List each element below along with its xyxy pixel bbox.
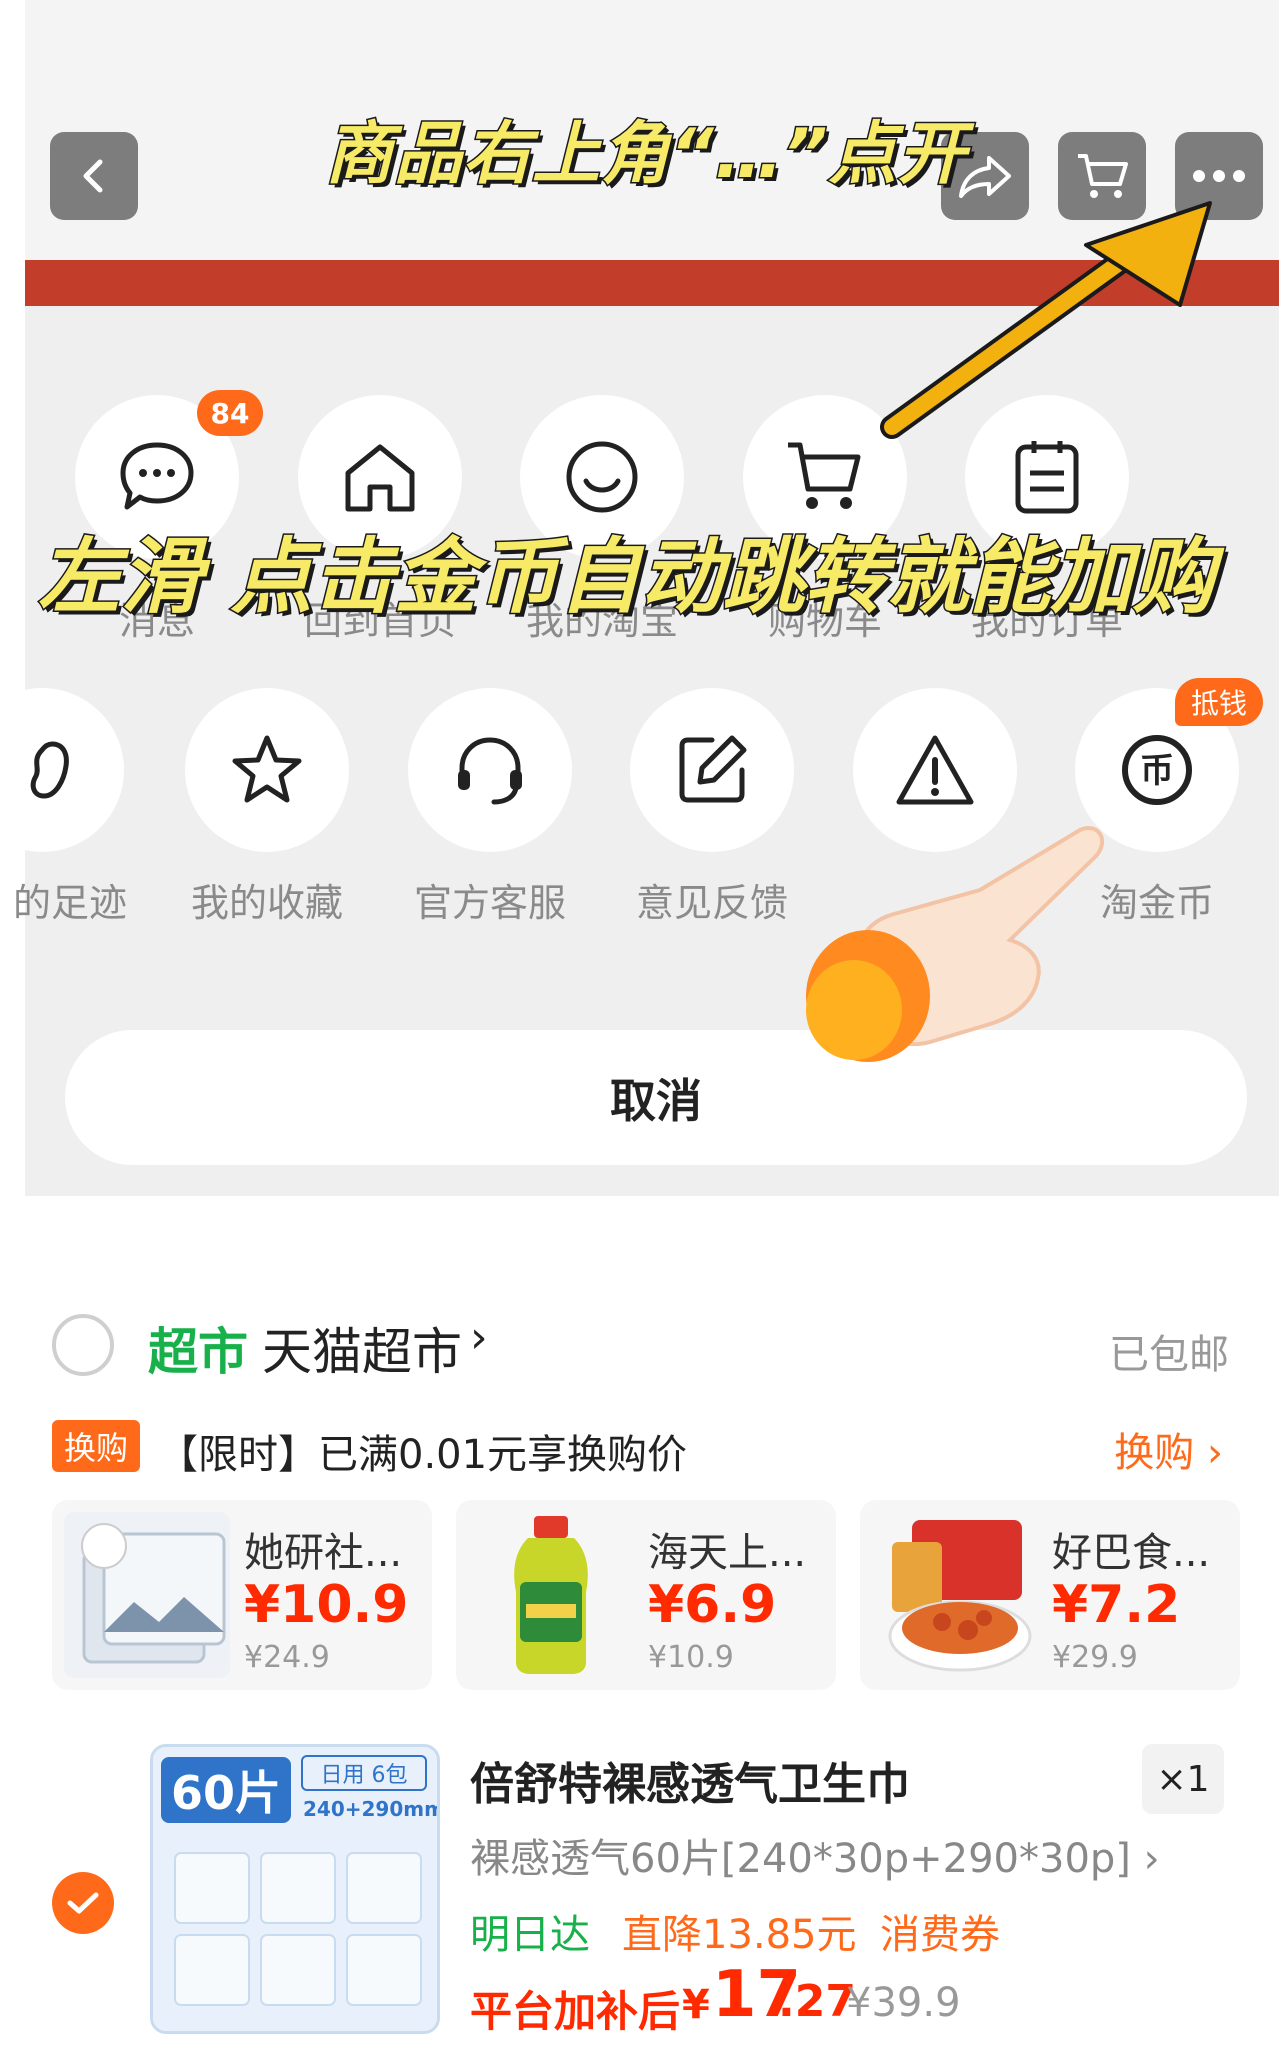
quantity-selector[interactable]: ×1: [1142, 1744, 1224, 1814]
cart-icon: [788, 442, 861, 509]
pack-count-badge: 60片: [161, 1757, 291, 1823]
pack-size-text: 240+290mm: [303, 1797, 440, 1821]
coin-badge: 抵钱: [1175, 678, 1263, 726]
swap-item-price: ¥10.9: [244, 1575, 409, 1635]
item-title[interactable]: 倍舒特裸感透气卫生巾: [470, 1748, 910, 1812]
sheet-item-feedback[interactable]: [630, 688, 794, 852]
swap-item[interactable]: 海天上... ¥6.9 ¥10.9: [456, 1500, 836, 1690]
chevron-left-icon: [83, 159, 103, 193]
message-count-badge: 84: [197, 390, 263, 436]
pack-type-tag: 日用 6包: [301, 1755, 427, 1791]
home-icon: [345, 444, 415, 512]
sheet-label-customer-service: 官方客服: [413, 881, 566, 925]
order-icon: [1015, 441, 1079, 514]
message-icon: [120, 442, 194, 510]
item-select-checkbox[interactable]: [52, 1872, 114, 1934]
more-dots-icon: [1193, 170, 1245, 182]
sheet-item-favorites[interactable]: [185, 688, 349, 852]
discount-tag: 直降13.85元: [622, 1912, 857, 1958]
product-image-pads: [64, 1512, 230, 1678]
price-decimal: .27: [778, 1976, 856, 2027]
swap-link[interactable]: 换购 ›: [1114, 1420, 1223, 1478]
product-image-snacks: [872, 1512, 1038, 1678]
product-image-sanitary-pads[interactable]: 60片 日用 6包 240+290mm: [150, 1744, 440, 2034]
edit-icon: [679, 735, 747, 803]
shop-name[interactable]: 天猫超市: [262, 1312, 462, 1384]
swap-item-name: 海天上...: [648, 1530, 807, 1576]
price-currency: ¥: [682, 1982, 710, 2028]
pad-packs-illustration: [174, 1852, 422, 2006]
footprint-icon: [30, 741, 69, 799]
warning-icon: [896, 735, 974, 805]
shop-select-radio[interactable]: [52, 1314, 114, 1376]
swap-item[interactable]: 好巴食... ¥7.2 ¥29.9: [860, 1500, 1240, 1690]
pointer-arrow: [880, 201, 1212, 439]
swap-promo-text: 【限时】已满0.01元享换购价: [158, 1432, 688, 1478]
swap-item-name: 她研社...: [244, 1530, 403, 1576]
swap-item-name: 好巴食...: [1052, 1530, 1211, 1576]
check-icon: [67, 1892, 99, 1914]
coupon-tag: 消费券: [880, 1912, 1000, 1958]
caption-top: 商品右上角“…”点开: [324, 114, 968, 196]
swap-tag: 换购: [52, 1420, 140, 1472]
item-sku-selector[interactable]: 裸感透气60片[240*30p+290*30p] ›: [470, 1826, 1160, 1884]
swap-item[interactable]: 她研社... ¥10.9 ¥24.9: [52, 1500, 432, 1690]
sheet-label-footprints: 的足迹: [12, 881, 127, 925]
shipping-status: 已包邮: [1109, 1332, 1229, 1378]
swap-item-original-price: ¥29.9: [1052, 1640, 1138, 1675]
star-icon: [232, 735, 302, 803]
chevron-right-icon: ›: [470, 1312, 488, 1363]
sheet-label-favorites: 我的收藏: [190, 881, 343, 925]
swap-item-original-price: ¥10.9: [648, 1640, 734, 1675]
sheet-item-customer-service[interactable]: [408, 688, 572, 852]
back-button[interactable]: [50, 132, 138, 220]
caption-middle: 左滑 点击金币自动跳转就能加购: [37, 529, 1217, 627]
product-image-sauce: [468, 1512, 634, 1678]
price-label: 平台加补后: [470, 1987, 681, 2036]
delivery-tag: 明日达: [470, 1912, 590, 1958]
headset-icon: [458, 737, 522, 805]
swap-item-original-price: ¥24.9: [244, 1640, 330, 1675]
shop-tag: 超市: [148, 1323, 248, 1381]
svg-text:币: 币: [1140, 751, 1174, 791]
pointing-hand-icon: [806, 826, 1104, 1062]
original-price: ¥39.9: [846, 1980, 961, 2026]
smile-icon: [566, 441, 638, 513]
swap-item-price: ¥7.2: [1052, 1575, 1181, 1635]
swap-item-price: ¥6.9: [648, 1575, 777, 1635]
coin-icon: 币: [1122, 735, 1192, 805]
